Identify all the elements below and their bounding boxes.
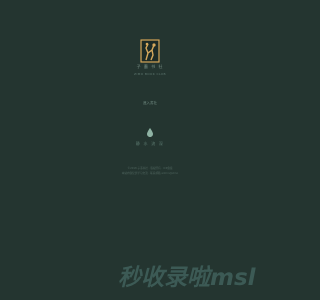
icon-caption: 静 水 流 深 bbox=[135, 141, 165, 146]
droplet-icon bbox=[147, 128, 153, 137]
brand-tagline: ZIMO BOOK CLUB bbox=[134, 72, 166, 76]
footer-copyright: ©2018 子墨书社 · 版权所有 · ICP备案 bbox=[127, 167, 173, 170]
footer-notice: 本站内容仅供学习交流 · 联系邮箱 admin@zimo bbox=[121, 172, 179, 175]
enter-link[interactable]: 進入書社 bbox=[0, 101, 300, 106]
tree-logo-icon bbox=[140, 39, 160, 63]
brand-name: 子 墨 书 社 bbox=[136, 64, 164, 69]
watermark-text: 秒收录啦msl bbox=[118, 265, 256, 291]
logo[interactable] bbox=[140, 39, 160, 63]
